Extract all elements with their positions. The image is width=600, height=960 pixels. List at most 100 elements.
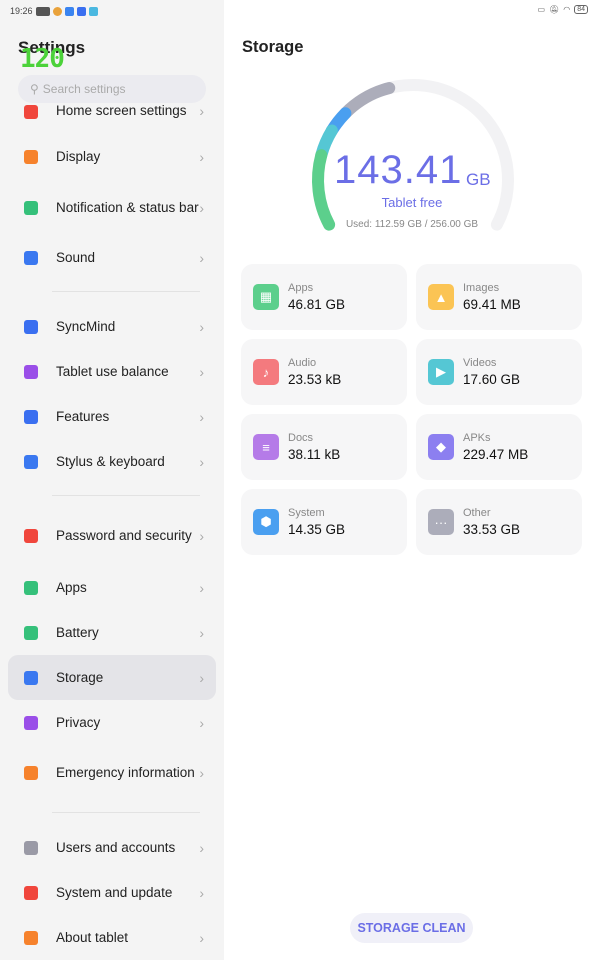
speed-badge-icon	[35, 6, 50, 16]
sidebar-item-label: About tablet	[56, 929, 129, 945]
music-note-icon: ♪	[253, 359, 279, 385]
storage-category-docs[interactable]: ≡ Docs 38.11 kB	[241, 414, 407, 480]
more-icon: ···	[428, 509, 454, 535]
storage-category-videos[interactable]: ▶ Videos 17.60 GB	[416, 339, 582, 405]
sidebar-item-privacy[interactable]: Privacy ›	[8, 700, 216, 745]
chevron-right-icon: ›	[199, 453, 204, 470]
battery-icon	[24, 625, 38, 640]
category-value: 38.11 kB	[288, 447, 341, 462]
category-label: Images	[463, 282, 500, 294]
sidebar-item-label: Display	[56, 148, 101, 164]
storage-category-images[interactable]: ▲ Images 69.41 MB	[416, 264, 582, 330]
category-value: 69.41 MB	[463, 297, 521, 312]
free-unit: GB	[466, 170, 491, 189]
divider	[52, 495, 200, 496]
status-bar-right: ▭ 🔕︎ ◠ 84	[538, 5, 588, 14]
sos-icon	[24, 766, 38, 780]
chrome-icon	[52, 6, 62, 16]
storage-category-apps[interactable]: ▦ Apps 46.81 GB	[241, 264, 407, 330]
status-bar-left: 19:26	[10, 6, 98, 16]
keyboard-icon	[24, 454, 38, 469]
eye-icon	[24, 715, 38, 730]
sidebar-item-home-screen-settings[interactable]: Home screen settings ›	[8, 97, 216, 125]
sidebar-item-label: Features	[56, 408, 110, 424]
sidebar-item-storage[interactable]: Storage ›	[8, 655, 216, 700]
apps-grid-icon: ▦	[253, 284, 279, 310]
sidebar-item-display[interactable]: Display ›	[8, 134, 216, 179]
sidebar-item-apps[interactable]: Apps ›	[8, 565, 216, 610]
chevron-right-icon: ›	[199, 839, 204, 856]
storage-category-apks[interactable]: ◆ APKs 229.47 MB	[416, 414, 582, 480]
storage-clean-button[interactable]: STORAGE CLEAN	[350, 913, 473, 943]
sidebar-item-label: Battery	[56, 624, 99, 640]
chevron-right-icon: ›	[199, 929, 204, 946]
android-icon: ⬢	[253, 509, 279, 535]
sun-icon	[24, 149, 38, 164]
sidebar-item-stylus-keyboard[interactable]: Stylus & keyboard ›	[8, 439, 216, 484]
category-label: APKs	[463, 432, 491, 444]
chevron-right-icon: ›	[199, 318, 204, 335]
chevron-right-icon: ›	[199, 148, 204, 165]
chevron-right-icon: ›	[199, 765, 204, 781]
storage-category-system[interactable]: ⬢ System 14.35 GB	[241, 489, 407, 555]
chevron-right-icon: ›	[199, 249, 204, 266]
category-label: Videos	[463, 357, 497, 369]
category-label: Apps	[288, 282, 314, 294]
sidebar-item-features[interactable]: Features ›	[8, 394, 216, 439]
hourglass-icon	[24, 364, 38, 379]
chevron-right-icon: ›	[199, 884, 204, 901]
category-label: Docs	[288, 432, 314, 444]
sidebar-item-label: Emergency information	[56, 765, 195, 780]
user-icon	[24, 840, 38, 855]
chevron-right-icon: ›	[199, 200, 204, 216]
docs-icon	[76, 6, 86, 16]
free-value: 143.41	[334, 148, 463, 192]
sidebar-item-tablet-use-balance[interactable]: Tablet use balance ›	[8, 349, 216, 394]
status-time: 19:26	[10, 6, 33, 16]
app-icon	[88, 6, 98, 16]
hand-icon	[24, 409, 38, 424]
update-icon	[24, 885, 38, 900]
sidebar-item-password-and-security[interactable]: Password and security ›	[8, 508, 216, 564]
sidebar-item-label: SyncMind	[56, 318, 116, 334]
gauge-segment-apps	[312, 149, 336, 231]
sidebar-item-emergency-information[interactable]: Emergency information ›	[8, 745, 216, 801]
battery-icon: 84	[574, 5, 588, 14]
notification-icon	[24, 201, 38, 215]
chevron-right-icon: ›	[199, 624, 204, 641]
category-value: 33.53 GB	[463, 522, 521, 537]
category-value: 229.47 MB	[463, 447, 529, 462]
category-label: Audio	[288, 357, 317, 369]
speaker-icon	[24, 250, 38, 265]
gauge-segment-other	[339, 82, 396, 120]
play-icon: ▶	[428, 359, 454, 385]
free-label: Tablet free	[381, 195, 443, 210]
sidebar-item-notification-status-bar[interactable]: Notification & status bar ›	[8, 180, 216, 236]
sidebar-item-label: Users and accounts	[56, 839, 176, 855]
page-title: Storage	[242, 38, 304, 56]
sidebar-item-users-and-accounts[interactable]: Users and accounts ›	[8, 825, 216, 870]
info-icon	[24, 930, 38, 945]
sidebar-item-sound[interactable]: Sound ›	[8, 235, 216, 280]
package-icon: ◆	[428, 434, 454, 460]
sidebar-item-about-tablet[interactable]: About tablet ›	[8, 915, 216, 960]
storage-category-audio[interactable]: ♪ Audio 23.53 kB	[241, 339, 407, 405]
settings-sidebar: 19:26 Settings 120 ⚲ Search settings Hom…	[0, 0, 224, 960]
fps-overlay: 120	[20, 44, 65, 74]
sidebar-item-label: Password and security	[56, 528, 192, 543]
sidebar-item-label: Tablet use balance	[56, 363, 169, 379]
category-value: 14.35 GB	[288, 522, 346, 537]
sidebar-item-syncmind[interactable]: SyncMind ›	[8, 304, 216, 349]
used-text: Used: 112.59 GB / 256.00 GB	[345, 219, 479, 230]
sidebar-item-label: Sound	[56, 249, 96, 265]
sidebar-item-label: Stylus & keyboard	[56, 453, 165, 469]
divider	[52, 812, 200, 813]
sidebar-item-label: Apps	[56, 579, 87, 595]
sidebar-item-battery[interactable]: Battery ›	[8, 610, 216, 655]
category-label: Other	[463, 507, 491, 519]
storage-category-other[interactable]: ··· Other 33.53 GB	[416, 489, 582, 555]
sidebar-item-system-and-update[interactable]: System and update ›	[8, 870, 216, 915]
lock-icon	[24, 529, 38, 543]
image-icon: ▲	[428, 284, 454, 310]
search-placeholder: Search settings	[42, 82, 126, 96]
